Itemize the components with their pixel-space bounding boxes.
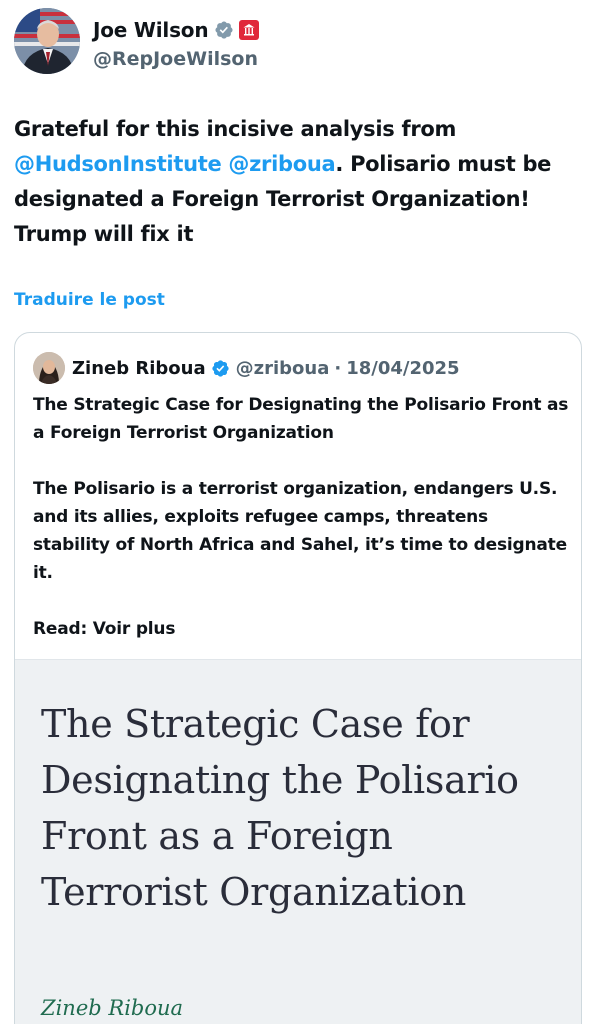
tweet-page: Joe Wilson @RepJoeWilson Grateful for th… — [0, 0, 596, 1024]
article-preview-title: The Strategic Case for Designating the P… — [41, 702, 519, 914]
tweet-header: Joe Wilson @RepJoeWilson — [14, 8, 584, 78]
read-row: Read: Voir plus — [33, 615, 569, 643]
quoted-tweet-date: 18/04/2025 — [346, 357, 460, 379]
mention-link-hudson[interactable]: @HudsonInstitute — [14, 152, 222, 176]
article-preview-image[interactable]: The Strategic Case for Designating the P… — [15, 659, 581, 1024]
translate-post-link[interactable]: Traduire le post — [14, 290, 165, 310]
separator-dot: · — [334, 357, 342, 379]
author-name-row: Joe Wilson — [93, 15, 260, 45]
show-more-link[interactable]: Voir plus — [93, 619, 176, 639]
quoted-tweet-text: The Polisario is a terrorist organizatio… — [33, 479, 567, 583]
verified-blue-icon — [211, 359, 230, 378]
avatar-image — [14, 8, 80, 74]
quoted-tweet-body: The Strategic Case for Designating the P… — [33, 391, 569, 643]
quoted-author-avatar — [33, 352, 65, 384]
author-name[interactable]: Joe Wilson — [93, 18, 209, 42]
quoted-tweet-title: The Strategic Case for Designating the P… — [33, 395, 569, 443]
quoted-author-name: Zineb Riboua — [72, 357, 206, 379]
tweet-text: Grateful for this incisive analysis from… — [14, 112, 574, 252]
tweet-text-part1: Grateful for this incisive analysis from — [14, 117, 457, 141]
avatar[interactable] — [14, 8, 80, 74]
mention-link-zriboua[interactable]: @zriboua — [228, 152, 335, 176]
verified-gray-icon[interactable] — [214, 20, 234, 40]
quoted-author-handle: @zriboua — [235, 357, 330, 379]
article-preview-author: Zineb Riboua — [41, 996, 184, 1020]
quoted-tweet-card[interactable]: Zineb Riboua @zriboua · 18/04/2025 The S… — [14, 332, 582, 1024]
read-label: Read: — [33, 619, 88, 639]
author-handle[interactable]: @RepJoeWilson — [93, 48, 258, 70]
quoted-tweet-header: Zineb Riboua @zriboua · 18/04/2025 — [33, 351, 460, 385]
government-badge-icon[interactable] — [239, 20, 260, 40]
